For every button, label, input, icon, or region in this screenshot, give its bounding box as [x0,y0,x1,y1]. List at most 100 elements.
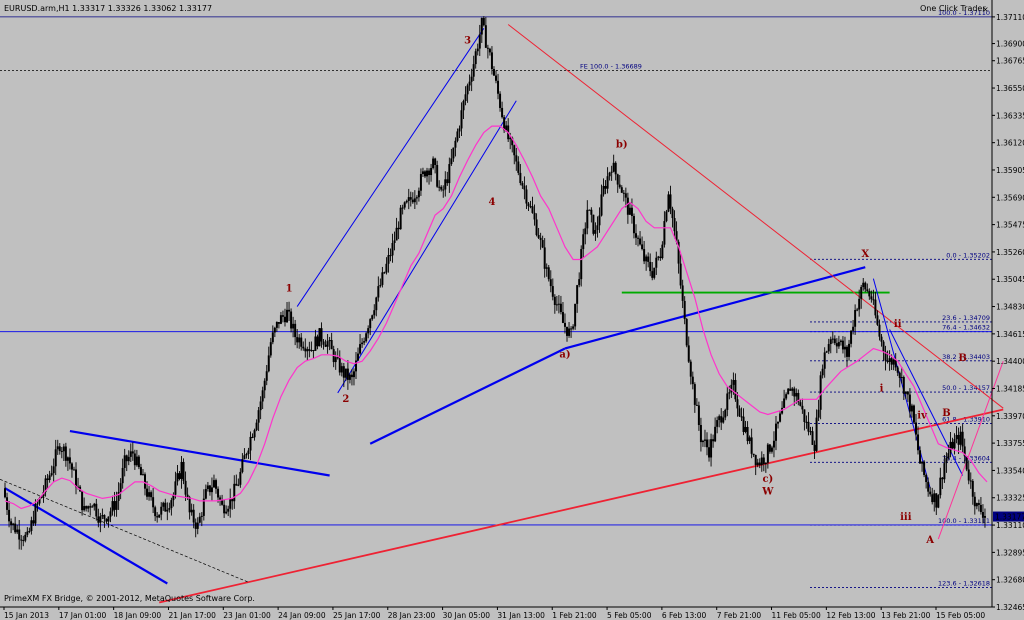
candle-body [109,511,112,517]
candle-body [119,483,122,493]
candle-body [787,388,790,395]
candle-body [444,179,447,190]
candle-body [283,316,286,323]
candle-body [184,480,187,495]
one-click-trader-panel[interactable]: One Click Trader × [920,4,989,14]
wave-label: B [942,408,950,419]
candle-body [858,298,861,310]
one-click-trader-title[interactable]: One Click Trader [920,4,986,13]
y-tick-label: 1.36335 [996,111,1024,120]
candle-body [328,340,331,342]
candle-body [870,296,873,300]
candle-body [141,474,144,476]
candle-body [430,168,433,176]
candle-body [848,343,851,357]
candle-body [314,336,317,351]
candle-body [815,417,818,451]
candle-body [689,361,692,377]
candle-body [265,371,268,381]
candle-body [862,282,865,287]
x-tick-label: 25 Jan 17:00 [333,611,381,620]
x-tick-label: 7 Feb 21:00 [717,611,762,620]
candle-body [716,420,719,427]
candle-body [267,355,270,372]
candle-body [176,473,179,482]
candle-body [545,267,548,269]
x-tick-label: 15 Jan 2013 [4,611,49,620]
candle-body [210,487,213,493]
candle-body [377,286,380,298]
candle-body [624,193,627,198]
y-tick-label: 1.32895 [996,548,1024,557]
candle-body [466,85,469,95]
candle-body [93,503,96,507]
candle-body [36,503,39,505]
candle-body [34,503,37,524]
candle-body [452,147,455,159]
candle-body [695,404,698,406]
candle-body [397,227,400,230]
candle-body [742,416,745,432]
candle-body [399,207,402,230]
candle-body [296,337,299,343]
candle-body [634,233,637,238]
candle-body [969,480,972,482]
x-tick-label: 1 Feb 21:00 [552,611,597,620]
candle-body [572,326,575,329]
fib-level-label: 123.6 - 1.32618 [938,580,990,588]
wave-label: iv [917,410,928,421]
candle-body [752,453,755,455]
candle-body [872,299,875,301]
candle-body [931,494,934,503]
candle-body [288,309,291,312]
y-tick-label: 1.34830 [996,303,1024,312]
candle-body [365,333,368,342]
candle-body [754,454,757,466]
candle-body [539,237,542,241]
candle-body [438,186,441,188]
wave-label: 1 [286,283,293,294]
candle-body [277,322,280,324]
candle-body [290,311,293,329]
candle-body [762,457,765,464]
x-tick-label: 23 Jan 01:00 [223,611,271,620]
price-chart[interactable]: 100.0 - 1.37110FE 100.0 - 1.366890.0 - 1… [0,0,1024,620]
candle-body [480,17,483,35]
candle-body [817,409,820,418]
candle-body [791,388,794,391]
candle-body [395,227,398,241]
candle-body [777,421,780,424]
candle-body [150,492,153,498]
candle-body [756,462,759,466]
candle-body [263,380,266,391]
x-tick-label: 31 Jan 13:00 [497,611,545,620]
candle-body [720,416,723,423]
candle-body [586,209,589,229]
candle-body [375,297,378,311]
candle-body [594,230,597,234]
candle-body [854,310,857,327]
candle-body [827,344,830,352]
y-tick-label: 1.37110 [996,13,1024,22]
candle-body [835,343,838,347]
chart-window[interactable]: 100.0 - 1.37110 FE 100.0 - 1.36689 0.0 - 1… [0,0,1024,620]
candle-body [951,441,954,449]
candle-body [770,447,773,452]
candle-body [460,110,463,129]
candle-body [606,176,609,189]
candle-body [8,509,11,522]
candle-body [105,518,108,522]
candle-body [795,392,798,397]
candle-body [584,228,587,235]
candle-body [223,504,226,514]
candle-body [99,516,102,523]
close-icon[interactable]: × [982,5,989,14]
candle-body [188,497,191,513]
candle-body [813,444,816,451]
candle-body [369,319,372,329]
candle-body [75,469,78,488]
y-tick-label: 1.35905 [996,166,1024,175]
wave-label: 3 [464,36,471,47]
candle-body [643,249,646,262]
candle-body [206,485,209,490]
